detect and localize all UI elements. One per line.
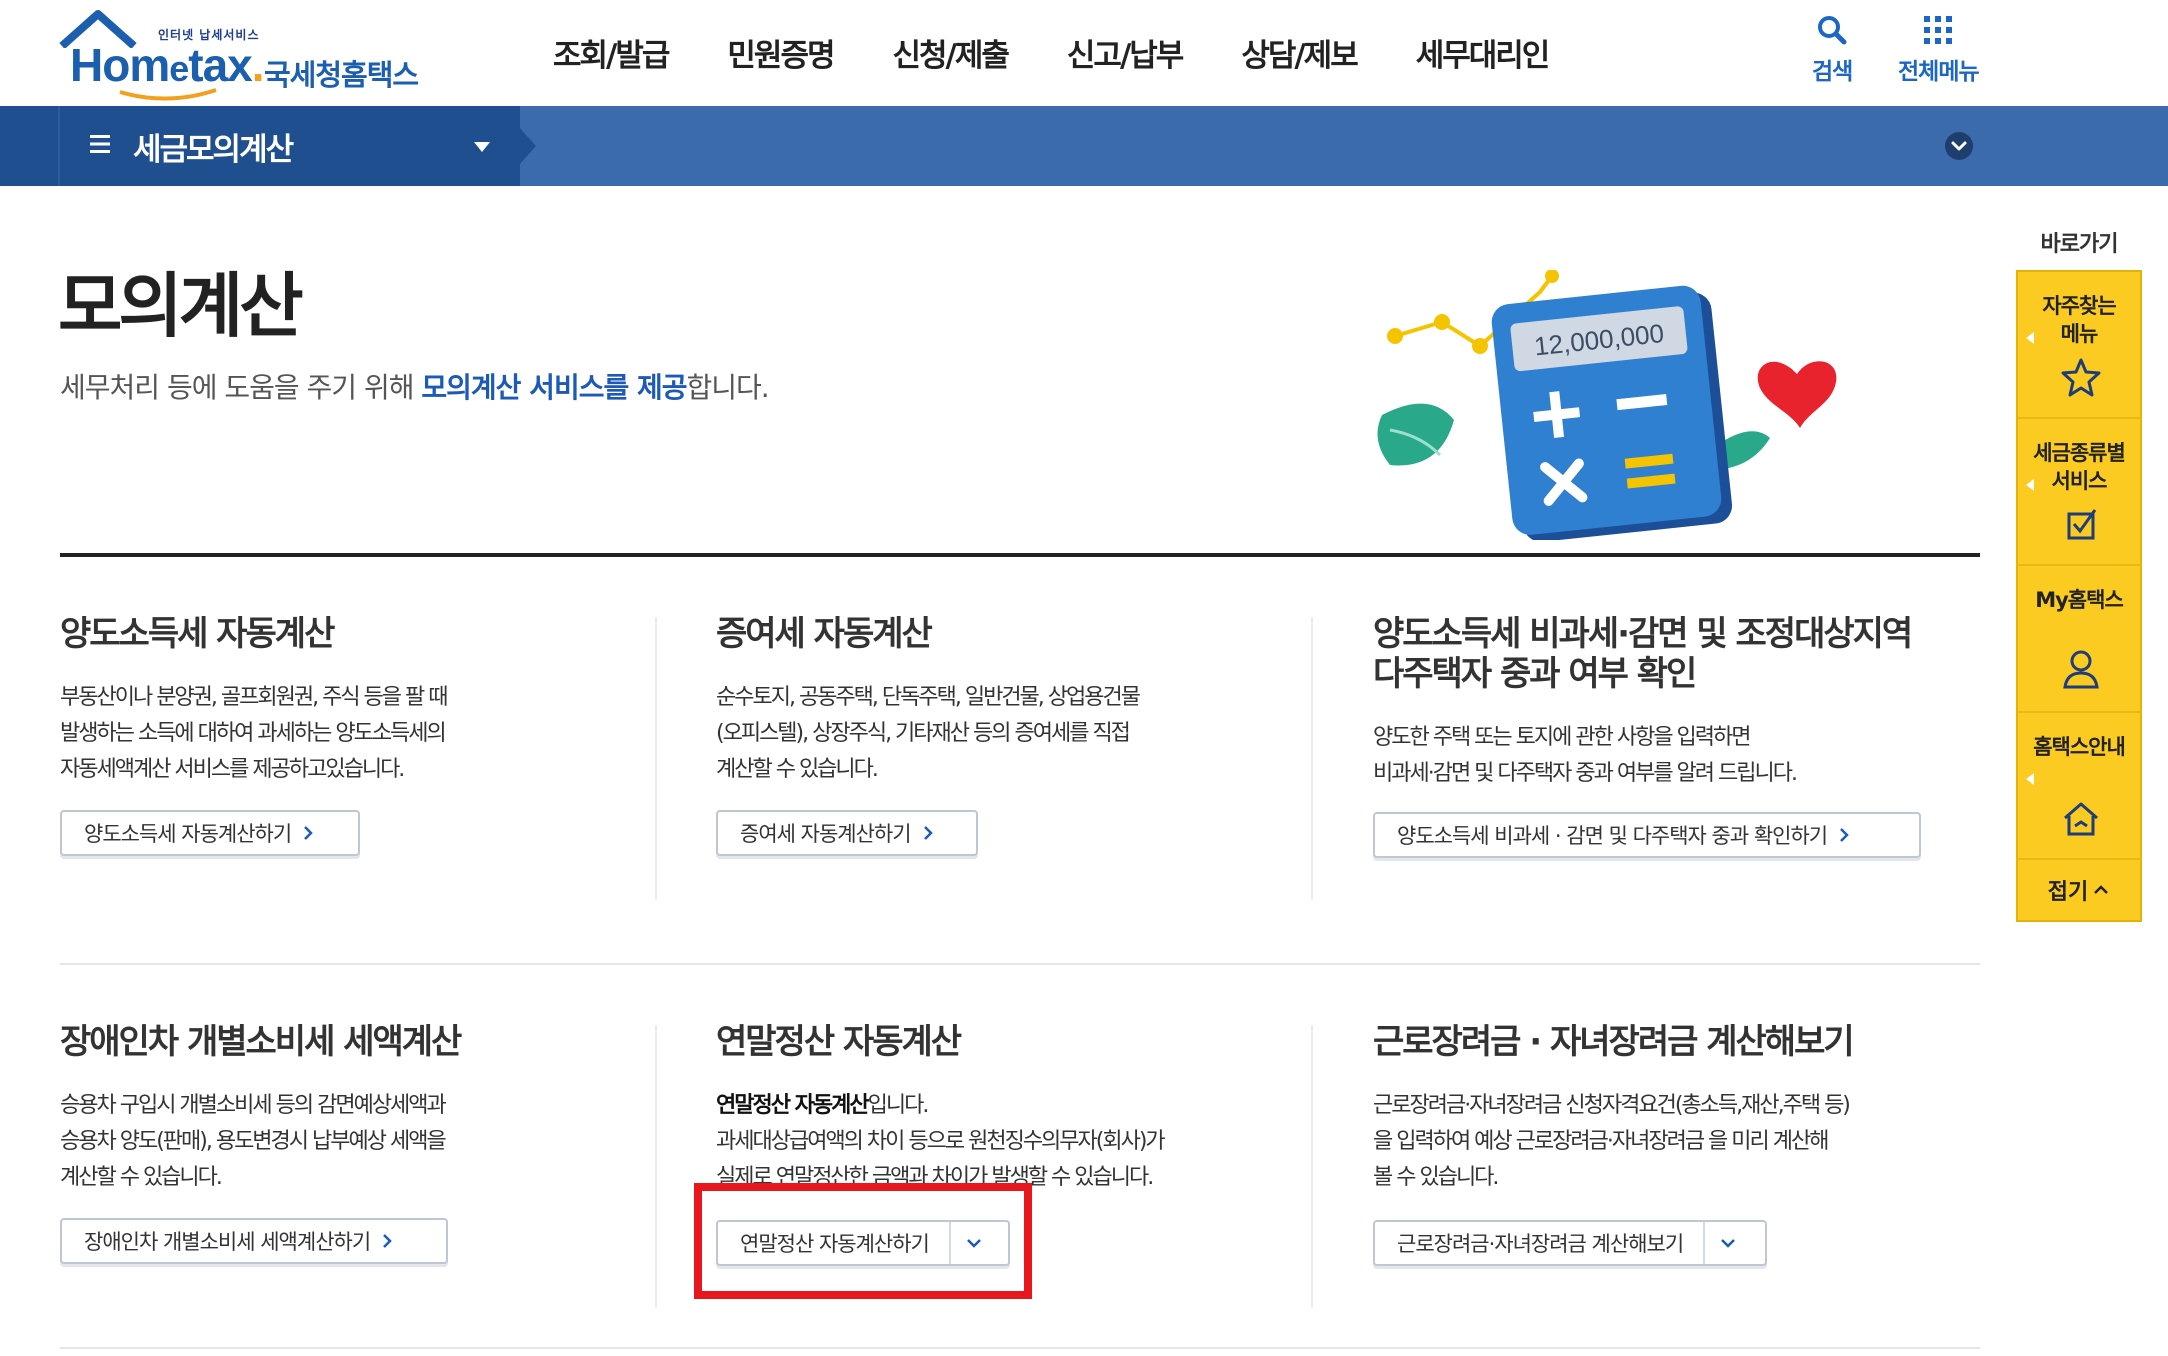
card-capital-gains-tax: 양도소득세 자동계산 부동산이나 분양권, 골프회원권, 주식 등을 팔 때 발…: [60, 614, 680, 856]
chevron-right-icon: [304, 826, 313, 840]
all-menu-button[interactable]: 전체메뉴: [1898, 14, 1980, 86]
chevron-right-icon: [923, 826, 933, 840]
chevron-down-icon: [1951, 141, 1967, 151]
main-nav: 조회/발급 민원증명 신청/제출 신고/납부 상담/제보 세무대리인: [553, 30, 1607, 80]
caret-down-icon[interactable]: [474, 142, 490, 152]
gift-tax-calc-button[interactable]: 증여세 자동계산하기: [716, 810, 978, 856]
card-year-end-settlement: 연말정산 자동계산 연말정산 자동계산입니다. 과세대상급여액의 차이 등으로 …: [716, 1022, 1336, 1266]
card-description: 부동산이나 분양권, 골프회원권, 주식 등을 팔 때 발생하는 소득에 대하여…: [60, 685, 449, 782]
nav-item-certificate[interactable]: 민원증명: [727, 30, 835, 80]
logo-brand: Hometax.: [70, 39, 265, 91]
incentive-calc-button[interactable]: 근로장려금·자녀장려금 계산해보기: [1373, 1220, 1767, 1266]
card-title: 근로장려금 · 자녀장려금 계산해보기: [1373, 1022, 1855, 1062]
card-title: 연말정산 자동계산: [716, 1022, 962, 1062]
sub-menu-bar: 세금모의계산: [0, 106, 2168, 186]
quick-item-my-hometax[interactable]: My홈택스: [2018, 566, 2140, 713]
search-button[interactable]: 검색: [1812, 14, 1853, 86]
quick-fold-button[interactable]: 접기: [2018, 860, 2140, 920]
card-exemption-check: 양도소득세 비과세·감면 및 조정대상지역 다주택자 중과 여부 확인 양도한 …: [1373, 614, 1993, 858]
nav-item-inquiry[interactable]: 조회/발급: [553, 30, 670, 80]
card-title: 양도소득세 자동계산: [60, 614, 335, 654]
card-description: 순수토지, 공동주택, 단독주택, 일반건물, 상업용건물 (오피스텔), 상장…: [716, 685, 1141, 782]
card-title: 증여세 자동계산: [716, 614, 933, 654]
nav-item-consult[interactable]: 상담/제보: [1241, 30, 1358, 80]
expand-menu-button[interactable]: [1945, 132, 1973, 160]
calculator-illustration: 12,000,000: [1377, 270, 1837, 540]
logo-swoosh-icon: [119, 88, 217, 101]
capital-gains-calc-button[interactable]: 양도소득세 자동계산하기: [60, 810, 360, 856]
quick-links-title: 바로가기: [2040, 232, 2119, 257]
star-icon: [2061, 358, 2101, 397]
incentive-dropdown-toggle[interactable]: [1703, 1222, 1751, 1264]
search-icon: [1818, 16, 1847, 45]
card-description: 근로장려금·자녀장려금 신청자격요건(총소득,재산,주택 등) 을 입력하여 예…: [1373, 1093, 1851, 1190]
highlight-annotation: [694, 1183, 1032, 1299]
hometax-logo[interactable]: 인터넷 납세서비스 Hometax. 국세청홈택스: [58, 8, 428, 101]
chevron-right-icon: [1840, 828, 1849, 842]
logo-brand-korean: 국세청홈택스: [264, 58, 419, 92]
search-label: 검색: [1812, 59, 1853, 85]
page-title: 모의계산: [58, 265, 304, 347]
card-gift-tax: 증여세 자동계산 순수토지, 공동주택, 단독주택, 일반건물, 상업용건물 (…: [716, 614, 1336, 856]
nav-item-application[interactable]: 신청/제출: [893, 30, 1010, 80]
nav-item-filing[interactable]: 신고/납부: [1067, 30, 1184, 80]
chevron-down-icon: [1721, 1239, 1736, 1248]
quick-item-guide[interactable]: 홈택스안내: [2018, 713, 2140, 860]
chevron-up-icon: [2094, 885, 2109, 894]
exemption-check-button[interactable]: 양도소득세 비과세 · 감면 및 다주택자 중과 확인하기: [1373, 812, 1921, 858]
nav-item-tax-agent[interactable]: 세무대리인: [1416, 30, 1551, 80]
quick-item-favorites[interactable]: 자주찾는 메뉴: [2018, 272, 2140, 419]
chevron-right-icon: [383, 1234, 392, 1248]
card-description: 연말정산 자동계산입니다. 과세대상급여액의 차이 등으로 원천징수의무자(회사…: [716, 1093, 1166, 1190]
page-description: 세무처리 등에 도움을 주기 위해 모의계산 서비스를 제공합니다.: [60, 371, 770, 404]
card-description: 승용차 구입시 개별소비세 등의 감면예상세액과 승용차 양도(판매), 용도변…: [60, 1093, 447, 1190]
card-title: 장애인차 개별소비세 세액계산: [60, 1022, 462, 1062]
card-description: 양도한 주택 또는 토지에 관한 사항을 입력하면 비과세·감면 및 다주택자 …: [1373, 725, 1798, 786]
header: 인터넷 납세서비스 Hometax. 국세청홈택스 조회/발급 민원증명 신청/…: [0, 0, 2168, 106]
disabled-car-tax-calc-button[interactable]: 장애인차 개별소비세 세액계산하기: [60, 1218, 448, 1264]
quick-item-tax-service[interactable]: 세금종류별 서비스: [2018, 419, 2140, 566]
all-menu-label: 전체메뉴: [1898, 59, 1980, 85]
grid-menu-icon: [1924, 16, 1953, 44]
section-divider: [60, 553, 1980, 557]
home-icon: [2064, 802, 2098, 836]
quick-links: 바로가기 자주찾는 메뉴 세금종류별 서비스 My홈택스 홈택스안내 접기: [2016, 226, 2142, 922]
hamburger-icon: [90, 135, 110, 153]
check-box-icon: [2067, 509, 2097, 540]
sub-menu-title[interactable]: 세금모의계산: [133, 124, 294, 169]
card-title: 양도소득세 비과세·감면 및 조정대상지역 다주택자 중과 여부 확인: [1373, 614, 1913, 694]
user-icon: [2063, 650, 2099, 689]
card-incentive-calc: 근로장려금 · 자녀장려금 계산해보기 근로장려금·자녀장려금 신청자격요건(총…: [1373, 1022, 1993, 1266]
card-disabled-car-tax: 장애인차 개별소비세 세액계산 승용차 구입시 개별소비세 등의 감면예상세액과…: [60, 1022, 680, 1264]
